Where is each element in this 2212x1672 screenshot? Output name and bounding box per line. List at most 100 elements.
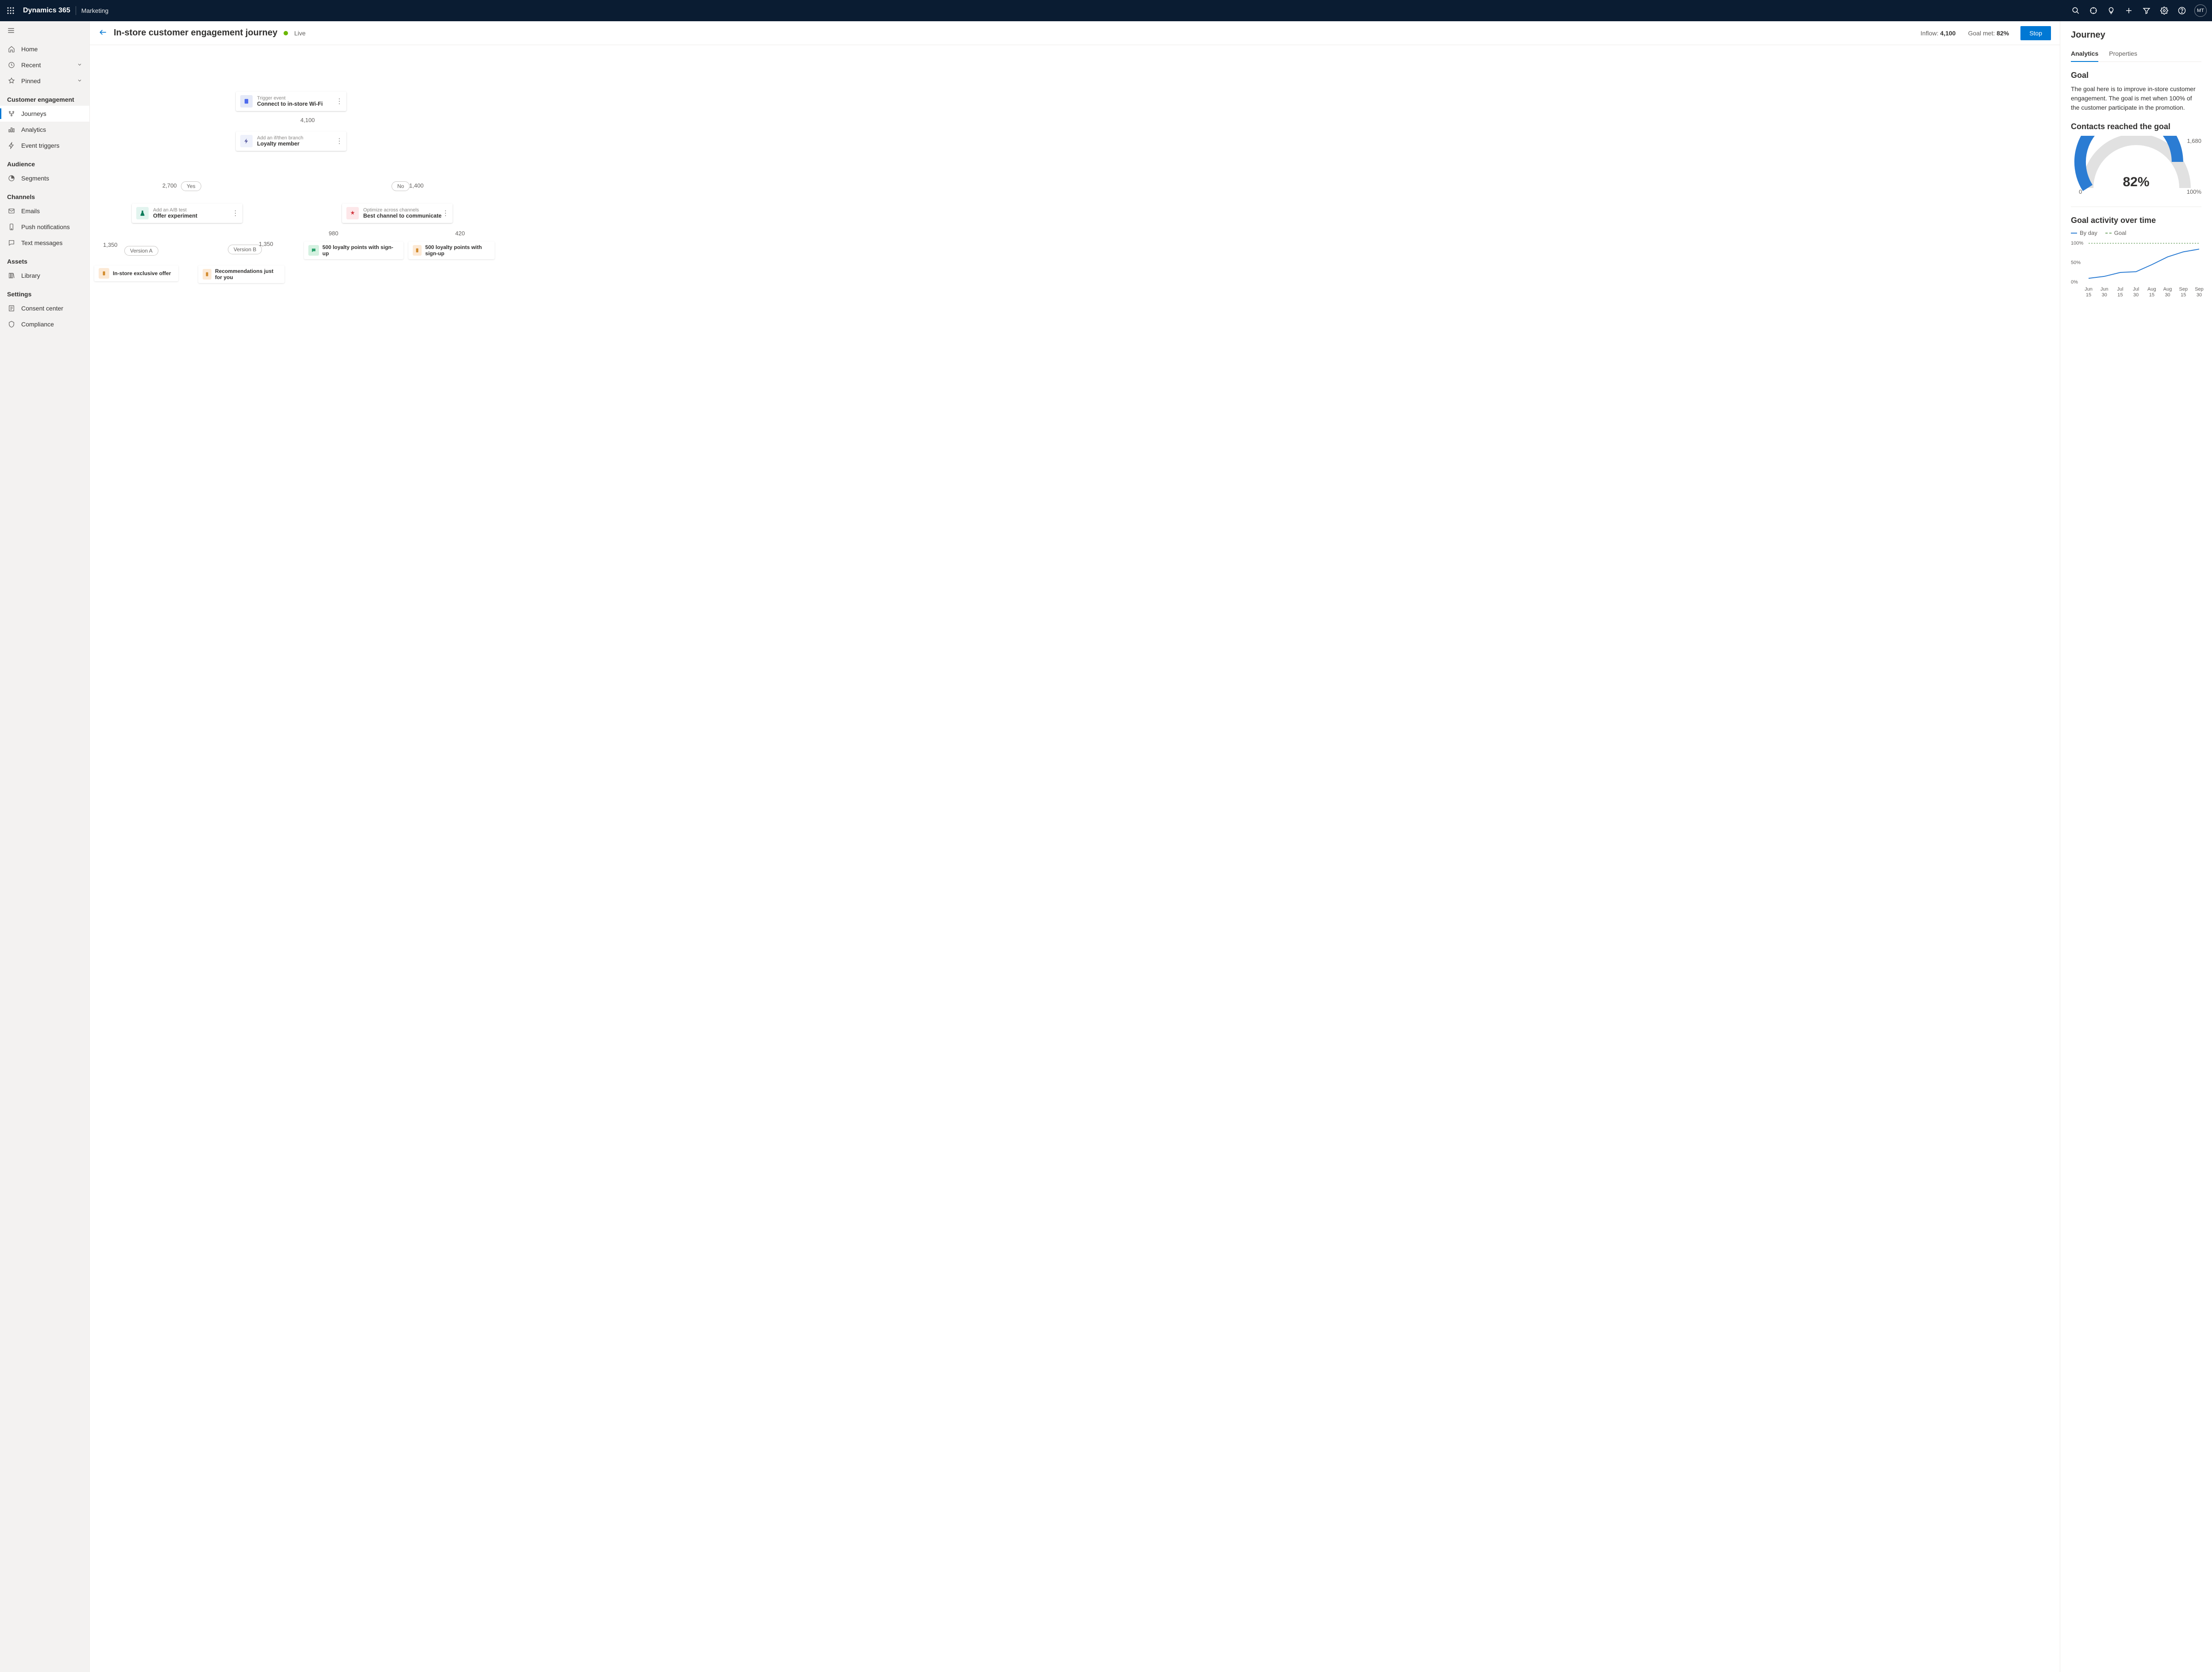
sidebar-item-label: Emails <box>21 207 82 215</box>
sidebar-item-library[interactable]: Library <box>0 268 89 284</box>
app-launcher-icon[interactable] <box>5 5 16 16</box>
sidebar-section-title: Channels <box>0 186 89 203</box>
offer-a-node[interactable]: In-store exclusive offer <box>94 265 178 281</box>
goal-met-metric: Goal met: 82% <box>1968 30 2009 37</box>
trigger-node[interactable]: Trigger event Connect to in-store Wi-Fi … <box>236 92 346 111</box>
sidebar-item-analytics[interactable]: Analytics <box>0 122 89 138</box>
mail-icon <box>7 207 16 215</box>
add-icon[interactable] <box>2120 0 2138 21</box>
offer-b-node[interactable]: Recommendations just for you <box>198 265 284 283</box>
settings-icon[interactable] <box>2155 0 2173 21</box>
gauge-max: 100% <box>2187 188 2201 195</box>
status-indicator <box>284 31 288 35</box>
activity-heading: Goal activity over time <box>2071 216 2201 225</box>
sidebar-section-title: Audience <box>0 153 89 170</box>
sidebar-item-label: Pinned <box>21 77 77 84</box>
sidebar-item-compliance[interactable]: Compliance <box>0 316 89 332</box>
sidebar-item-recent[interactable]: Recent <box>0 57 89 73</box>
sidebar-item-consent-center[interactable]: Consent center <box>0 300 89 316</box>
version-b-pill: Version B <box>228 245 262 254</box>
gauge-value: 82% <box>2123 175 2149 190</box>
hamburger-icon[interactable] <box>0 21 89 41</box>
version-a-count: 1,350 <box>103 242 118 248</box>
main-content: In-store customer engagement journey Liv… <box>90 21 2060 1672</box>
sidebar-item-label: Journeys <box>21 110 82 117</box>
sidebar-item-push-notifications[interactable]: Push notifications <box>0 219 89 235</box>
opt-left-count: 980 <box>329 230 338 237</box>
sms-icon <box>7 238 16 247</box>
filter-icon[interactable] <box>2138 0 2155 21</box>
gauge-chart: 1,680 0 100% 82% <box>2071 136 2201 198</box>
right-panel: Journey Analytics Properties Goal The go… <box>2060 21 2212 1672</box>
sidebar-item-label: Segments <box>21 175 82 182</box>
goal-heading: Goal <box>2071 71 2201 80</box>
sidebar-item-label: Compliance <box>21 321 82 328</box>
module-name: Marketing <box>81 7 108 14</box>
gauge-count: 1,680 <box>2187 138 2201 144</box>
sidebar-item-label: Home <box>21 46 82 53</box>
topbar: Dynamics 365 Marketing MT <box>0 0 2212 21</box>
node-menu-icon[interactable]: ⋮ <box>336 137 343 146</box>
contacts-heading: Contacts reached the goal <box>2071 122 2201 131</box>
offer-icon <box>203 269 211 280</box>
loyalty-node-right[interactable]: 500 loyalty points with sign-up <box>408 242 495 259</box>
sidebar: Home Recent Pinned Customer engagement J… <box>0 21 90 1672</box>
sidebar-item-text-messages[interactable]: Text messages <box>0 235 89 251</box>
tab-analytics[interactable]: Analytics <box>2071 47 2098 61</box>
node-menu-icon[interactable]: ⋮ <box>232 209 239 218</box>
trigger-event-icon <box>240 95 253 107</box>
target-icon[interactable] <box>2085 0 2102 21</box>
sidebar-section-title: Settings <box>0 284 89 300</box>
optimize-icon <box>346 207 359 219</box>
sidebar-item-home[interactable]: Home <box>0 41 89 57</box>
yes-count: 2,700 <box>162 182 177 189</box>
abtest-node[interactable]: Add an A/B test Offer experiment ⋮ <box>132 203 242 223</box>
opt-right-count: 420 <box>455 230 465 237</box>
offer-icon <box>413 245 422 256</box>
analytics-icon <box>7 125 16 134</box>
tab-properties[interactable]: Properties <box>2109 47 2137 61</box>
library-icon <box>7 271 16 280</box>
sidebar-item-event-triggers[interactable]: Event triggers <box>0 138 89 153</box>
node-menu-icon[interactable]: ⋮ <box>442 209 449 218</box>
loyalty-node-left[interactable]: 500 loyalty points with sign-up <box>304 242 403 259</box>
search-icon[interactable] <box>2067 0 2085 21</box>
chart-legend: By day Goal <box>2071 230 2201 236</box>
version-a-pill: Version A <box>124 246 158 256</box>
no-count: 1,400 <box>409 182 424 189</box>
consent-icon <box>7 304 16 313</box>
goal-description: The goal here is to improve in-store cus… <box>2071 84 2201 112</box>
no-pill: No <box>392 181 410 191</box>
sidebar-item-journeys[interactable]: Journeys <box>0 106 89 122</box>
back-arrow-icon[interactable] <box>99 28 108 38</box>
branch-node[interactable]: Add an if/then branch Loyalty member ⋮ <box>236 131 346 151</box>
offer-icon <box>99 268 109 279</box>
chat-icon <box>308 245 319 256</box>
activity-chart: 0%50%100% Jun15Jun30Jul15Jul30Aug15Aug30… <box>2071 241 2201 298</box>
journey-canvas[interactable]: Trigger event Connect to in-store Wi-Fi … <box>90 45 2060 1672</box>
trigger-count: 4,100 <box>300 117 315 123</box>
gauge-min: 0 <box>2079 188 2082 195</box>
recent-icon <box>7 61 16 69</box>
sidebar-item-segments[interactable]: Segments <box>0 170 89 186</box>
node-menu-icon[interactable]: ⋮ <box>336 97 343 106</box>
sidebar-item-label: Event triggers <box>21 142 82 149</box>
stop-button[interactable]: Stop <box>2020 26 2051 40</box>
push-icon <box>7 222 16 231</box>
sidebar-item-pinned[interactable]: Pinned <box>0 73 89 89</box>
sidebar-section-title: Assets <box>0 251 89 268</box>
help-icon[interactable] <box>2173 0 2191 21</box>
sidebar-section-title: Customer engagement <box>0 89 89 106</box>
sidebar-item-emails[interactable]: Emails <box>0 203 89 219</box>
lightbulb-icon[interactable] <box>2102 0 2120 21</box>
segment-icon <box>7 174 16 183</box>
page-title: In-store customer engagement journey <box>114 28 277 38</box>
status-text: Live <box>294 30 306 37</box>
sidebar-item-label: Recent <box>21 61 77 69</box>
sidebar-item-label: Text messages <box>21 239 82 246</box>
version-b-count: 1,350 <box>259 241 273 247</box>
journey-icon <box>7 109 16 118</box>
compliance-icon <box>7 320 16 329</box>
user-avatar[interactable]: MT <box>2194 4 2207 17</box>
optimize-node[interactable]: Optimize across channels Best channel to… <box>342 203 453 223</box>
